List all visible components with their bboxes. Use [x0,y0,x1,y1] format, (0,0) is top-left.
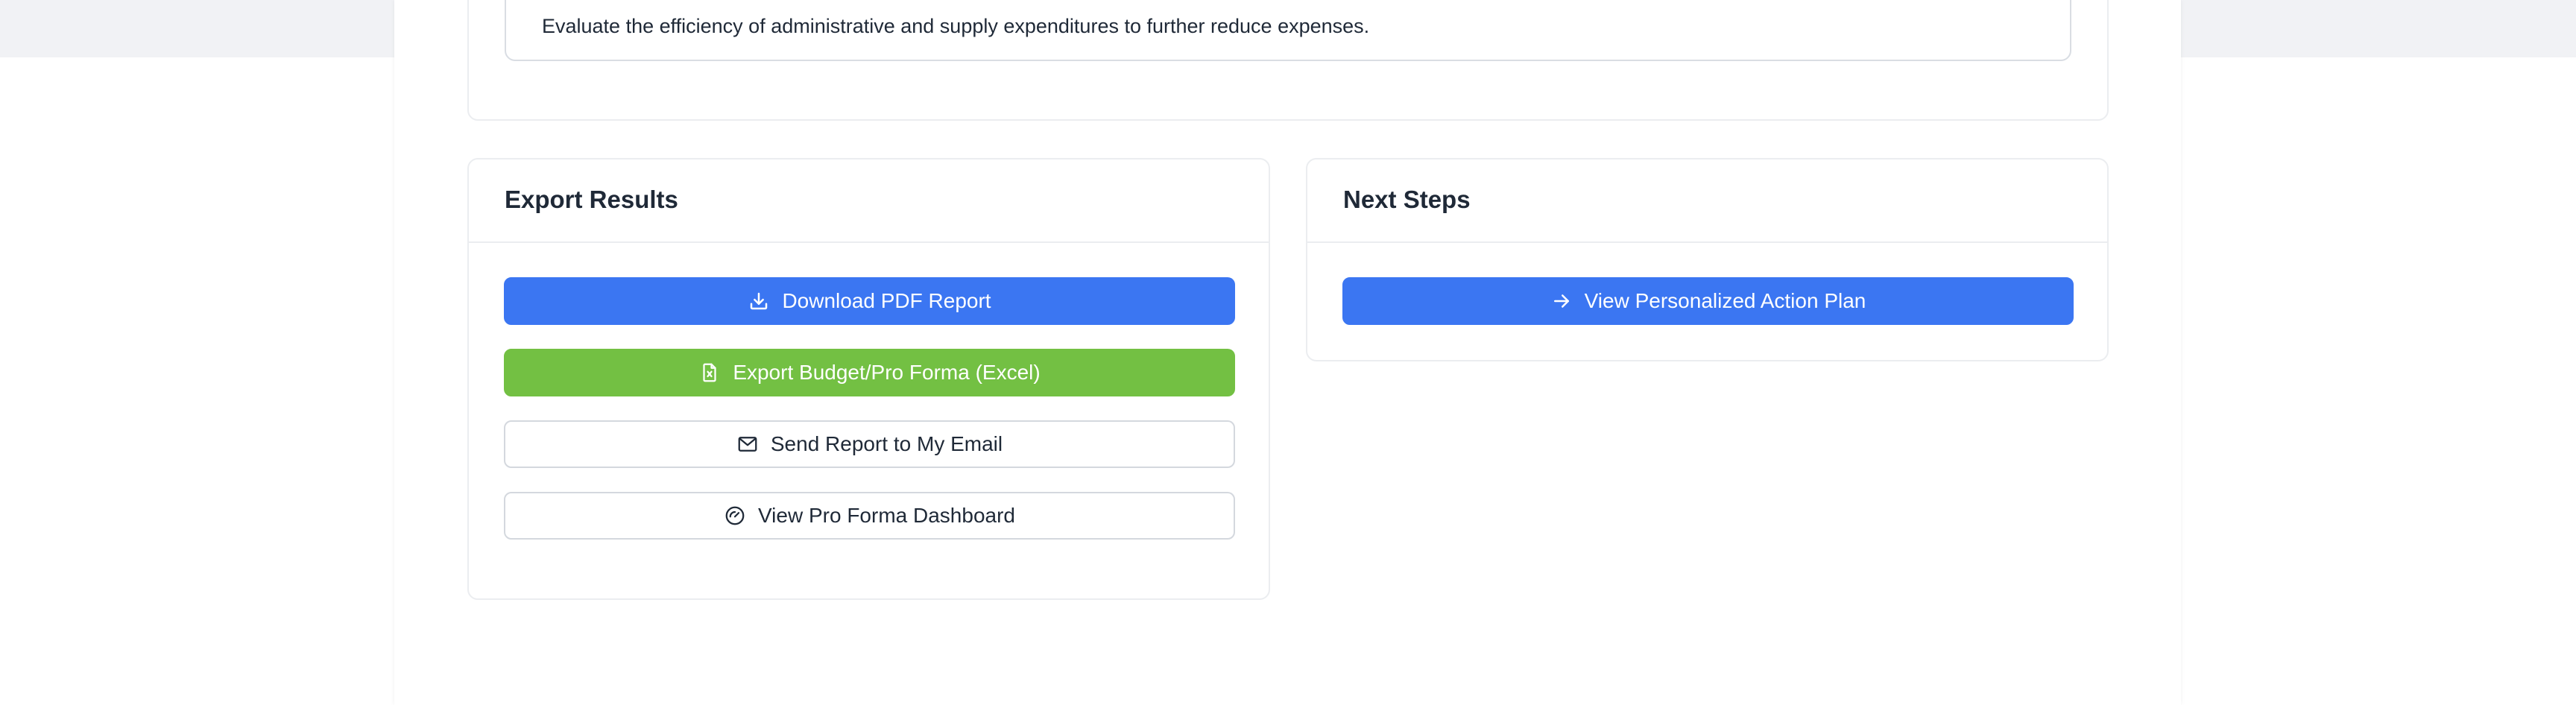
export-results-title: Export Results [505,186,678,213]
next-steps-panel: Next Steps View Personalized Action Plan [1306,158,2109,361]
download-pdf-label: Download PDF Report [782,289,991,312]
view-dashboard-label: View Pro Forma Dashboard [758,504,1015,527]
download-icon [748,290,770,312]
view-dashboard-button[interactable]: View Pro Forma Dashboard [504,492,1235,540]
download-pdf-button[interactable]: Download PDF Report [504,277,1235,325]
send-email-button[interactable]: Send Report to My Email [504,420,1235,468]
export-excel-label: Export Budget/Pro Forma (Excel) [733,361,1041,384]
send-email-label: Send Report to My Email [770,432,1003,455]
excel-file-icon [698,361,721,384]
action-plan-label: View Personalized Action Plan [1584,289,1866,312]
gauge-icon [724,505,746,527]
export-results-panel: Export Results Download PDF Report Expor… [467,158,1270,600]
arrow-right-icon [1550,290,1573,312]
mail-icon [736,433,759,455]
recommendation-text: Evaluate the efficiency of administrativ… [542,15,1370,37]
next-steps-title: Next Steps [1343,186,1471,213]
action-plan-button[interactable]: View Personalized Action Plan [1342,277,2074,325]
export-excel-button[interactable]: Export Budget/Pro Forma (Excel) [504,349,1235,396]
export-results-header: Export Results [469,159,1269,243]
next-steps-header: Next Steps [1307,159,2107,243]
